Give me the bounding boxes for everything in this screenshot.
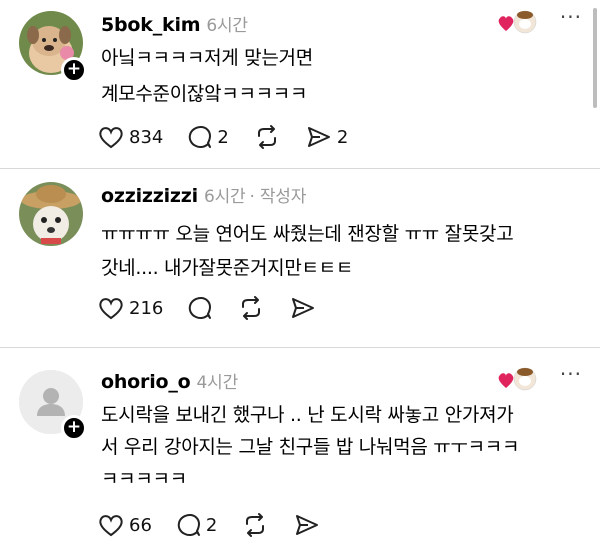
red-heart-icon [498,373,514,388]
avatar[interactable] [19,182,83,246]
post-text-line-1: ㅠㅠㅠㅠ 오늘 연어도 싸줬는데 잰장할 ㅠㅠ 잘못갖고 [101,223,514,245]
like-count: 834 [129,126,164,148]
share-count: 2 [336,126,349,148]
speech-bubble-icon [189,126,212,149]
divider [0,168,600,169]
speech-bubble-icon [189,297,212,320]
more-dots-icon[interactable]: ··· [560,362,582,386]
share-button[interactable] [293,512,321,538]
timestamp: 4시간 [196,373,239,393]
heart-outline-icon [99,127,123,149]
like-button[interactable]: 66 [97,512,152,538]
share-button[interactable]: 2 [305,124,348,150]
plus-icon[interactable]: + [61,415,87,441]
send-arrow-icon [307,127,330,147]
username[interactable]: ozzizzizzi [101,185,198,207]
repost-arrows-icon [257,125,276,149]
like-count: 66 [129,514,152,536]
like-count: 216 [129,297,164,319]
timestamp: 6시간 [203,187,246,207]
like-button[interactable]: 216 [97,295,163,321]
post-header: ohorio_o 4시간 [101,368,238,393]
post-text-line-3: ㅋㅋㅋㅋㅋ [101,468,187,490]
repost-arrows-icon [242,296,261,320]
liked-by-author [497,366,545,392]
action-bar: 66 2 [97,510,345,540]
send-arrow-icon [292,298,315,318]
post-text-line-2: 갓네.... 내가잘못준거지만ㅌㅌㅌ [101,257,354,279]
divider [0,347,600,348]
comment-count: 2 [205,514,218,536]
post-text-line-2: 서 우리 강아지는 그날 친구들 밥 나눠먹음 ㅠㅜㅋㅋㅋ [101,436,520,458]
plus-icon[interactable]: + [61,57,87,83]
username[interactable]: 5bok_kim [101,14,201,36]
red-heart-icon [498,16,514,31]
repost-arrows-icon [246,513,265,537]
post-text-line-1: 도시락을 보내긴 했구나 .. 난 도시락 싸놓고 안가져가 [101,404,514,426]
timestamp: 6시간 [206,16,248,36]
post-header: 5bok_kim 6시간 [101,11,248,36]
liked-by-author [497,9,545,35]
heart-outline-icon [99,298,123,320]
author-tag: · 작성자 [249,187,307,207]
speech-bubble-icon [177,514,200,537]
repost-button[interactable] [241,512,269,538]
heart-outline-icon [99,515,123,537]
scrollbar[interactable] [593,8,597,108]
comment-button[interactable]: 2 [176,512,217,538]
comment-button[interactable] [187,295,213,321]
action-bar: 834 2 2 [97,122,372,152]
comment-button[interactable]: 2 [187,124,229,150]
like-button[interactable]: 834 [97,124,163,150]
action-bar: 216 [97,293,341,323]
post-header: ozzizzizzi 6시간 · 작성자 [101,182,306,207]
repost-button[interactable] [253,124,281,150]
post-text-line-2: 계모수준이잖앜ㅋㅋㅋㅋㅋ [101,83,308,105]
repost-button[interactable] [237,295,265,321]
username[interactable]: ohorio_o [101,371,191,393]
post-text-line-1: 아닠ㅋㅋㅋㅋ저게 맞는거면 [101,47,313,69]
share-button[interactable] [289,295,317,321]
send-arrow-icon [296,515,319,535]
comment-count: 2 [217,126,229,148]
more-dots-icon[interactable]: ··· [560,5,582,29]
